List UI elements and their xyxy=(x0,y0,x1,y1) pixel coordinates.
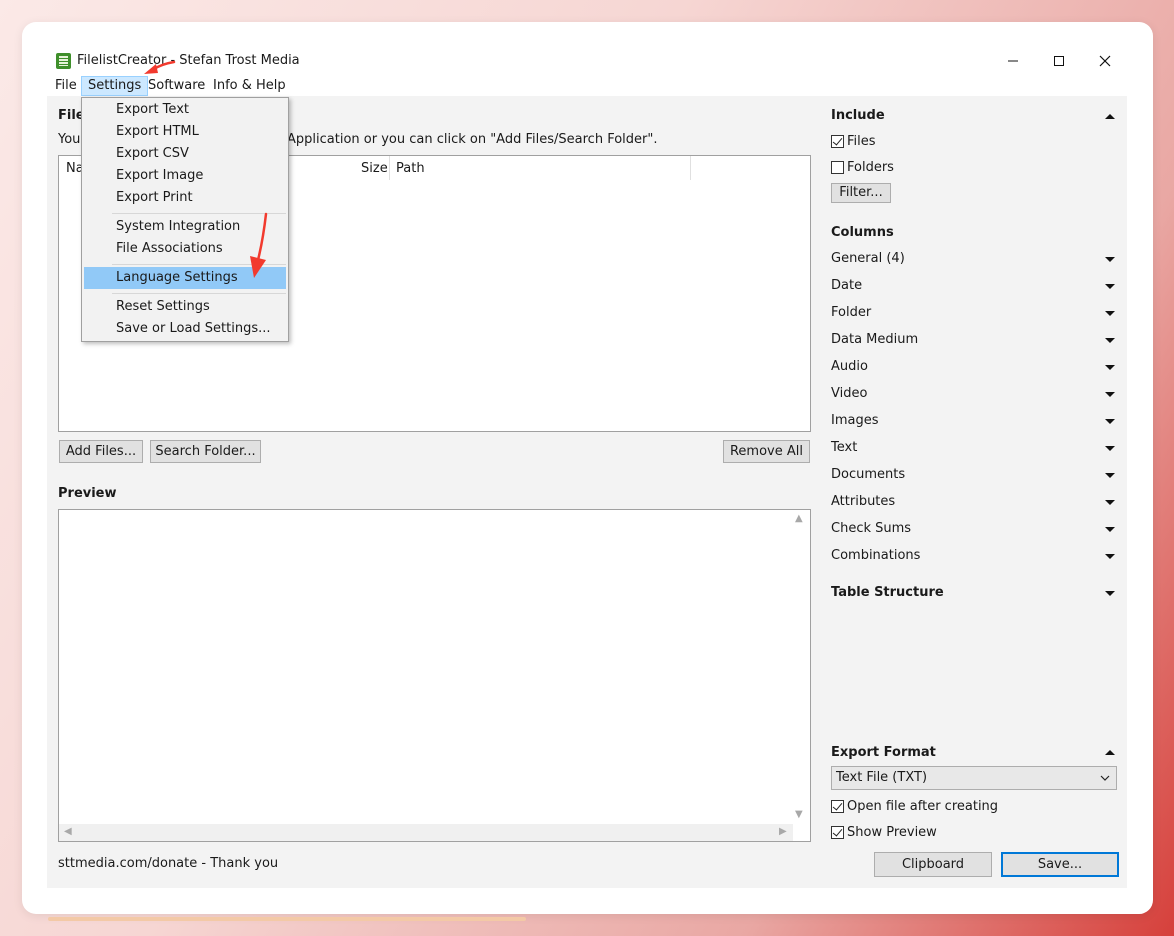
minimize-icon xyxy=(1008,60,1018,62)
horizontal-scrollbar[interactable]: ◀ ▶ xyxy=(59,824,793,841)
open-after-checkbox[interactable] xyxy=(831,800,844,813)
columns-item[interactable]: Images xyxy=(831,413,879,428)
menu-item-system-integration[interactable]: System Integration xyxy=(84,216,286,238)
expand-table-structure-icon[interactable] xyxy=(1105,591,1115,596)
settings-dropdown-menu: Export Text Export HTML Export CSV Expor… xyxy=(81,97,289,342)
clipboard-button[interactable]: Clipboard xyxy=(874,852,992,877)
show-preview-label[interactable]: Show Preview xyxy=(847,825,937,840)
menu-separator xyxy=(112,293,286,294)
files-hint-left: You xyxy=(58,132,81,147)
columns-item[interactable]: Video xyxy=(831,386,867,401)
open-after-label[interactable]: Open file after creating xyxy=(847,799,998,814)
expand-icon[interactable] xyxy=(1105,365,1115,370)
menu-settings[interactable]: Settings xyxy=(81,76,149,96)
menu-file[interactable]: File xyxy=(49,76,83,96)
column-separator xyxy=(389,156,390,180)
title-bar: FilelistCreator - Stefan Trost Media xyxy=(47,46,1127,76)
menu-item-export-text[interactable]: Export Text xyxy=(84,99,286,121)
columns-item[interactable]: Text xyxy=(831,440,857,455)
menu-item-export-csv[interactable]: Export CSV xyxy=(84,143,286,165)
column-header-size[interactable]: Size xyxy=(361,161,388,176)
expand-icon[interactable] xyxy=(1105,257,1115,262)
columns-item[interactable]: Folder xyxy=(831,305,871,320)
columns-item[interactable]: Attributes xyxy=(831,494,895,509)
menu-item-language-settings[interactable]: Language Settings xyxy=(84,267,286,289)
include-title: Include xyxy=(831,108,885,123)
menu-item-export-html[interactable]: Export HTML xyxy=(84,121,286,143)
show-preview-checkbox[interactable] xyxy=(831,826,844,839)
expand-icon[interactable] xyxy=(1105,338,1115,343)
menu-item-export-print[interactable]: Export Print xyxy=(84,187,286,209)
include-folders-label[interactable]: Folders xyxy=(847,160,894,175)
menu-item-export-image[interactable]: Export Image xyxy=(84,165,286,187)
preview-area[interactable]: ▲ ▼ ◀ ▶ xyxy=(58,509,811,842)
expand-icon[interactable] xyxy=(1105,473,1115,478)
menu-info-help[interactable]: Info & Help xyxy=(207,76,292,96)
menu-bar: File Settings Software Info & Help xyxy=(47,76,1127,96)
columns-item[interactable]: Combinations xyxy=(831,548,920,563)
minimize-button[interactable] xyxy=(990,48,1036,74)
maximize-button[interactable] xyxy=(1036,48,1082,74)
add-files-button[interactable]: Add Files... xyxy=(59,440,143,463)
search-folder-button[interactable]: Search Folder... xyxy=(150,440,261,463)
scroll-down-icon[interactable]: ▼ xyxy=(795,809,803,820)
expand-icon[interactable] xyxy=(1105,392,1115,397)
preview-title: Preview xyxy=(58,486,117,501)
app-icon xyxy=(56,53,71,69)
maximize-icon xyxy=(1054,56,1064,66)
include-files-label[interactable]: Files xyxy=(847,134,876,149)
menu-separator xyxy=(112,264,286,265)
remove-all-button[interactable]: Remove All xyxy=(723,440,810,463)
scroll-left-icon[interactable]: ◀ xyxy=(64,826,72,837)
export-format-title: Export Format xyxy=(831,745,936,760)
files-hint-right: Application or you can click on "Add Fil… xyxy=(287,132,658,147)
expand-icon[interactable] xyxy=(1105,419,1115,424)
menu-software[interactable]: Software xyxy=(142,76,211,96)
expand-icon[interactable] xyxy=(1105,554,1115,559)
columns-item[interactable]: Data Medium xyxy=(831,332,918,347)
export-format-select[interactable]: Text File (TXT) xyxy=(831,766,1117,790)
columns-item[interactable]: Check Sums xyxy=(831,521,911,536)
columns-item[interactable]: Documents xyxy=(831,467,905,482)
expand-icon[interactable] xyxy=(1105,446,1115,451)
include-folders-checkbox[interactable] xyxy=(831,161,844,174)
chevron-down-icon xyxy=(1100,775,1110,781)
collapse-export-format-icon[interactable] xyxy=(1105,750,1115,755)
expand-icon[interactable] xyxy=(1105,500,1115,505)
column-separator xyxy=(690,156,691,180)
scroll-up-icon[interactable]: ▲ xyxy=(795,513,803,524)
expand-icon[interactable] xyxy=(1105,284,1115,289)
filter-button[interactable]: Filter... xyxy=(831,183,891,203)
menu-item-file-associations[interactable]: File Associations xyxy=(84,238,286,260)
decorative-bar xyxy=(48,917,526,921)
scroll-right-icon[interactable]: ▶ xyxy=(779,826,787,837)
collapse-include-icon[interactable] xyxy=(1105,114,1115,119)
expand-icon[interactable] xyxy=(1105,527,1115,532)
expand-icon[interactable] xyxy=(1105,311,1115,316)
columns-item[interactable]: Date xyxy=(831,278,862,293)
close-icon xyxy=(1099,55,1111,67)
menu-item-save-load-settings[interactable]: Save or Load Settings... xyxy=(84,318,286,340)
window-title: FilelistCreator - Stefan Trost Media xyxy=(77,53,300,68)
columns-title: Columns xyxy=(831,225,894,240)
table-structure-title[interactable]: Table Structure xyxy=(831,585,944,600)
menu-separator xyxy=(112,213,286,214)
save-button[interactable]: Save... xyxy=(1001,852,1119,877)
column-header-path[interactable]: Path xyxy=(396,161,425,176)
close-button[interactable] xyxy=(1082,48,1128,74)
export-format-selected: Text File (TXT) xyxy=(836,770,928,785)
columns-item[interactable]: Audio xyxy=(831,359,868,374)
include-files-checkbox[interactable] xyxy=(831,135,844,148)
columns-item[interactable]: General (4) xyxy=(831,251,905,266)
menu-item-reset-settings[interactable]: Reset Settings xyxy=(84,296,286,318)
donate-text[interactable]: sttmedia.com/donate - Thank you xyxy=(58,856,278,871)
